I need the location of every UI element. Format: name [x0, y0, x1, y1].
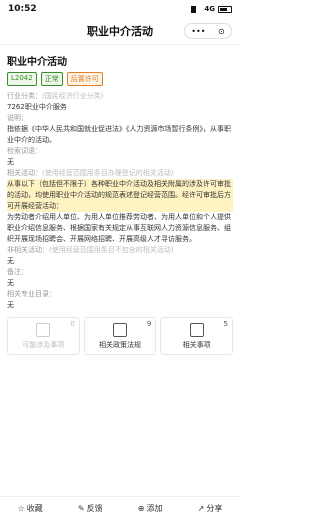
- bottom-action-bar: ☆ 收藏 ✎ 反馈 ⊕ 添加 ↗ 分享: [0, 496, 240, 519]
- miniapp-capsule: ••• ⊙: [184, 23, 232, 39]
- industry-label: 行业分类：(国民经济行业分类): [7, 91, 233, 102]
- signal-icon: [191, 5, 202, 13]
- remark-label: 备注：: [7, 268, 28, 276]
- keywords-value: 无: [7, 158, 14, 166]
- box-icon: [113, 322, 127, 337]
- card-related-items[interactable]: 5 相关事项: [160, 317, 234, 355]
- detail-content: 职业中介活动 L2042 正常 后置许可 行业分类：(国民经济行业分类) 726…: [0, 45, 240, 311]
- status-bar: 10:52 4G: [0, 0, 240, 18]
- catalog-label: 相关专业目录：: [7, 290, 56, 298]
- page-title: 职业中介活动: [87, 25, 153, 38]
- feedback-icon: ✎: [77, 503, 85, 513]
- related-cards: 0 可能涉及事项 9 相关政策法规 5 相关事项: [7, 317, 234, 355]
- nav-bar: 职业中介活动 ••• ⊙: [0, 18, 240, 45]
- card-count: 5: [223, 320, 229, 328]
- basis-value: 指依据《中华人民共和国就业促进法》《人力资源市场暂行条例》，从事职业中介的活动。: [7, 125, 231, 144]
- permit-badge: 后置许可: [66, 72, 103, 86]
- nonrelated-label: 非相关活动：(使用经营范围用条目不包含的相关活动): [7, 245, 233, 256]
- list-icon: [189, 322, 204, 337]
- related-label-text: 相关活动：: [7, 169, 42, 177]
- related-value: 从事以下（包括但不限于）各种职业中介活动及相关附属的涉及许可审批的活动，均使用职…: [7, 179, 233, 212]
- related-detail: 为劳动者介绍用人单位、为用人单位推荐劳动者、为用人单位和个人提供职业介绍信息服务…: [7, 213, 231, 243]
- card-policies[interactable]: 9 相关政策法规: [83, 317, 157, 355]
- tag-row: L2042 正常 后置许可: [7, 72, 233, 86]
- share-label: 分享: [206, 503, 223, 513]
- industry-value: 7262职业中介服务: [7, 103, 67, 111]
- card-count: 0: [70, 320, 75, 328]
- add-button[interactable]: ⊕ 添加: [138, 503, 163, 514]
- share-icon: ↗: [197, 503, 205, 513]
- add-icon: ⊕: [137, 503, 145, 513]
- card-label: 相关政策法规: [99, 340, 141, 349]
- nonrelated-label-text: 非相关活动：: [7, 246, 49, 254]
- nonrelated-value: 无: [7, 257, 14, 265]
- keywords-label: 检索词语：: [7, 147, 42, 155]
- catalog-value: 无: [7, 301, 14, 309]
- remark-value: 无: [7, 279, 14, 287]
- status-icons: 4G: [191, 5, 232, 13]
- card-label: 可能涉及事项: [22, 340, 65, 349]
- status-time: 10:52: [8, 4, 37, 14]
- industry-label-text: 行业分类：: [7, 92, 42, 100]
- star-icon: ☆: [17, 503, 25, 513]
- battery-icon: [218, 5, 232, 13]
- card-possible-items[interactable]: 0 可能涉及事项: [7, 317, 80, 355]
- basis-label: 说明：: [7, 114, 28, 122]
- network-label: 4G: [204, 5, 215, 13]
- item-title: 职业中介活动: [7, 57, 67, 68]
- code-badge: L2042: [7, 72, 37, 86]
- collect-label: 收藏: [26, 503, 43, 513]
- related-hint: (使用经营范围用条目办理登记的相关活动): [42, 169, 174, 177]
- feedback-button[interactable]: ✎ 反馈: [78, 503, 103, 514]
- related-label: 相关活动：(使用经营范围用条目办理登记的相关活动): [7, 168, 233, 179]
- share-button[interactable]: ↗ 分享: [198, 503, 223, 514]
- more-icon[interactable]: •••: [191, 27, 205, 36]
- add-label: 添加: [146, 503, 163, 513]
- close-icon[interactable]: ⊙: [218, 27, 225, 36]
- nonrelated-hint: (使用经营范围用条目不包含的相关活动): [49, 246, 174, 254]
- collect-button[interactable]: ☆ 收藏: [18, 503, 43, 514]
- document-icon: [36, 322, 51, 337]
- feedback-label: 反馈: [86, 503, 103, 513]
- industry-hint: (国民经济行业分类): [42, 92, 104, 100]
- card-label: 相关事项: [182, 340, 211, 349]
- status-badge: 正常: [40, 72, 63, 86]
- card-count: 9: [146, 320, 152, 328]
